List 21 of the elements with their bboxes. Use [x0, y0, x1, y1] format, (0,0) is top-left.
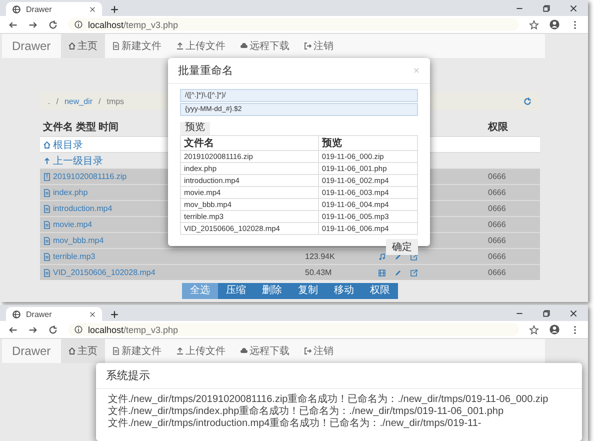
permission-text: 0666 [487, 268, 506, 277]
dialog-title: 系统提示 [106, 368, 150, 383]
breadcrumb-item: tmps [106, 96, 124, 106]
permission-text: 0666 [487, 252, 506, 261]
column-header: 文件名 类型 时间 [42, 120, 120, 134]
breadcrumb-separator: / [98, 96, 101, 106]
column-header: 文件名 [180, 136, 318, 150]
message-text: 文件./new_dir/tmps/20191020081116.zip重命名成功！已命名为：./new_dir/tmps/019-11-06_000.zip [108, 394, 550, 406]
column-header: 预览 [318, 136, 418, 150]
permission-text: 0666 [487, 236, 506, 245]
permission-text: 0666 [487, 204, 506, 213]
permission-text: 0666 [487, 188, 506, 197]
dialog-title: 批量重命名 [178, 64, 233, 78]
file-size: 50.43M [305, 268, 332, 277]
message-text: 文件./new_dir/tmps/introduction.mp4重命名成功！已命名为：./new_dir/tmps/019-11- [108, 418, 482, 430]
permission-text: 0666 [487, 172, 506, 181]
file-size: 123.94K [305, 252, 335, 261]
column-header: 权限 [486, 120, 509, 134]
breadcrumb-separator: / [56, 96, 58, 106]
permission-text: 0666 [487, 220, 506, 229]
message-text: 文件./new_dir/tmps/index.php重命名成功！已命名为：./new_dir/tmps/019-11-06_001.php [108, 406, 505, 418]
